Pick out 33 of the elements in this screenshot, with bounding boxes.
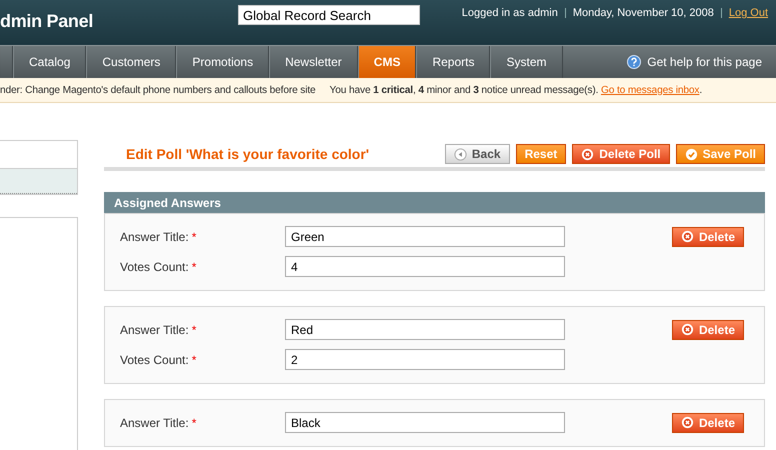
- section-header: Assigned Answers: [104, 192, 765, 213]
- cancel-icon: [581, 148, 594, 160]
- help-icon: [627, 55, 642, 69]
- field-label: Answer Title: *: [120, 230, 198, 244]
- field-label: Answer Title: *: [120, 322, 198, 336]
- field-label: Votes Count: *: [120, 352, 198, 366]
- field-label: Votes Count: *: [120, 260, 198, 274]
- delete-button[interactable]: Delete: [672, 320, 744, 340]
- page-title: Edit Poll 'What is your favorite color': [126, 146, 370, 162]
- text-field[interactable]: 2: [285, 349, 565, 370]
- checkmark-icon: [684, 148, 698, 160]
- delete-button[interactable]: Delete: [672, 412, 744, 432]
- messages-inbox-link[interactable]: Go to messages inbox: [600, 84, 700, 96]
- logged-in-text: Logged in as admin: [462, 7, 558, 19]
- cancel-icon: [680, 230, 694, 243]
- nav-tab[interactable]: CMS: [358, 46, 416, 78]
- delete-button[interactable]: Delete Poll: [572, 144, 670, 164]
- help-link[interactable]: Get help for this page: [647, 55, 762, 69]
- text-field[interactable]: Black: [285, 412, 565, 433]
- text-field[interactable]: Green: [285, 226, 565, 247]
- messages-notice: You have 1 critical, 4 minor and 3 notice unread message(s). Go to messages inbox.: [330, 84, 702, 96]
- text-field[interactable]: Red: [285, 319, 565, 340]
- date-text: Monday, November 10, 2008: [572, 7, 714, 19]
- logout-link[interactable]: Log Out: [728, 7, 768, 19]
- back-button[interactable]: Back: [444, 144, 510, 164]
- cancel-icon: [680, 416, 694, 429]
- field-label: Answer Title: *: [120, 416, 198, 430]
- search-field[interactable]: Global Record Search: [238, 5, 420, 25]
- app-title: dmin Panel: [0, 11, 94, 32]
- cancel-icon: [680, 323, 694, 336]
- text-field[interactable]: 4: [285, 256, 565, 277]
- delete-button[interactable]: Delete: [672, 226, 744, 246]
- reminder-text: nder: Change Magento's default phone numbers and callouts before site: [0, 84, 316, 96]
